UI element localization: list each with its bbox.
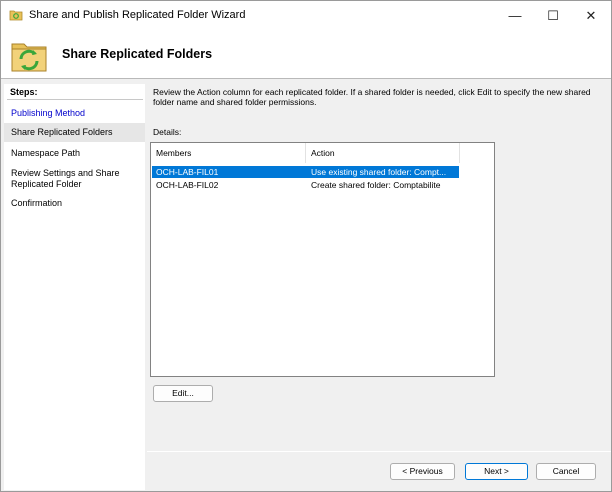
details-label: Details: xyxy=(153,127,182,137)
column-header-members[interactable]: Members xyxy=(151,143,306,163)
maximize-icon[interactable]: ☐ xyxy=(535,1,571,30)
step-review-settings: Review Settings and Share Replicated Fol… xyxy=(11,168,120,189)
minimize-icon[interactable]: — xyxy=(497,1,533,30)
wizard-header: Share Replicated Folders xyxy=(1,30,611,79)
next-button[interactable]: Next > xyxy=(465,463,528,480)
previous-button[interactable]: < Previous xyxy=(390,463,455,480)
wizard-window: Share and Publish Replicated Folder Wiza… xyxy=(0,0,612,492)
action-cell: Create shared folder: Comptabilite xyxy=(311,180,441,190)
shared-folder-app-icon xyxy=(9,8,23,21)
column-header-action[interactable]: Action xyxy=(306,143,460,163)
instructions-text: Review the Action column for each replic… xyxy=(153,87,591,107)
edit-button[interactable]: Edit... xyxy=(153,385,213,402)
table-row[interactable]: OCH-LAB-FIL02 Create shared folder: Comp… xyxy=(152,179,459,191)
step-confirmation: Confirmation xyxy=(11,198,63,208)
window-title: Share and Publish Replicated Folder Wiza… xyxy=(29,9,246,21)
steps-heading: Steps: xyxy=(10,87,38,97)
steps-divider xyxy=(7,99,143,100)
main-content: Review the Action column for each replic… xyxy=(147,79,611,490)
step-publishing-method[interactable]: Publishing Method xyxy=(11,108,141,119)
close-icon[interactable]: ✕ xyxy=(573,1,609,30)
title-bar[interactable]: Share and Publish Replicated Folder Wiza… xyxy=(1,1,611,30)
details-list[interactable]: Members Action OCH-LAB-FIL01 Use existin… xyxy=(150,142,495,377)
page-title: Share Replicated Folders xyxy=(62,47,213,61)
replicated-folder-icon xyxy=(9,33,49,75)
action-cell: Use existing shared folder: Compt... xyxy=(311,167,447,177)
step-share-replicated-folders: Share Replicated Folders xyxy=(4,123,145,142)
steps-panel: Steps: Publishing Method Share Replicate… xyxy=(4,84,145,490)
cancel-button[interactable]: Cancel xyxy=(536,463,596,480)
member-cell: OCH-LAB-FIL01 xyxy=(156,167,219,177)
step-namespace-path: Namespace Path xyxy=(11,148,81,158)
member-cell: OCH-LAB-FIL02 xyxy=(156,180,219,190)
table-row[interactable]: OCH-LAB-FIL01 Use existing shared folder… xyxy=(152,166,459,178)
